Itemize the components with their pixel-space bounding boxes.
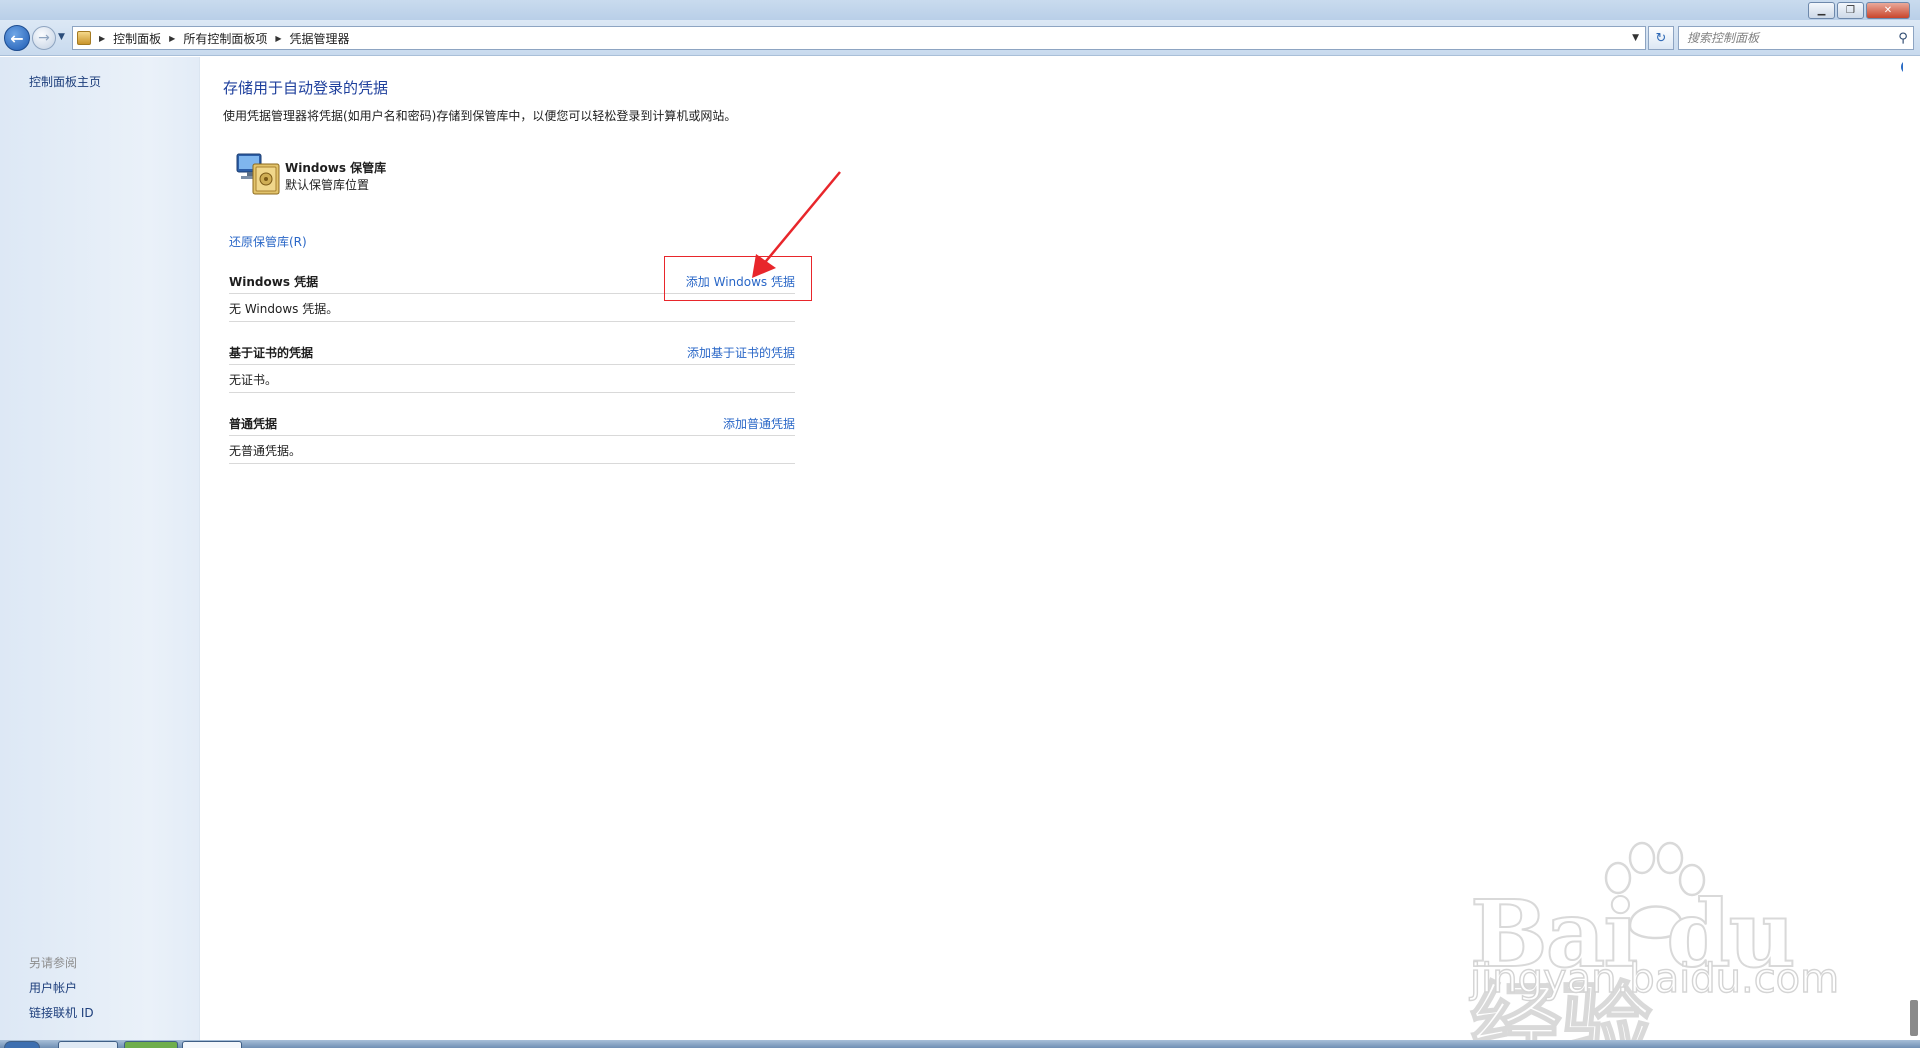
baidu-watermark: Bai du 经验 jingyan.baidu.com [1469,840,1840,1048]
window-controls: ▁ ❐ ✕ [1808,2,1910,19]
empty-message: 无证书。 [229,373,278,387]
close-button[interactable]: ✕ [1866,2,1910,19]
search-box[interactable]: ⚲ [1678,26,1914,50]
control-panel-icon [77,31,91,45]
section-heading: Windows 凭据 [229,275,319,289]
refresh-button[interactable]: ↻ [1648,26,1674,50]
section-header: 基于证书的凭据 添加基于证书的凭据 [229,337,795,365]
scrollbar[interactable] [1903,57,1920,1048]
taskbar-item-browser[interactable] [58,1041,118,1048]
scrollbar-thumb[interactable] [1910,1000,1918,1036]
minimize-icon: ▁ [1817,4,1826,16]
watermark-url-text: jingyan.baidu.com [1469,955,1840,1002]
breadcrumb-credential-manager[interactable]: 凭据管理器 [290,30,350,47]
forward-button[interactable]: → [32,26,56,50]
taskbar-item-app[interactable] [124,1041,178,1048]
empty-message: 无 Windows 凭据。 [229,302,339,316]
vault-icon [236,153,280,195]
restore-vault-link[interactable]: 还原保管库(R) [229,233,307,250]
forward-arrow-icon: → [38,30,50,46]
add-generic-credential-link[interactable]: 添加普通凭据 [723,415,795,432]
start-button[interactable] [4,1041,40,1048]
breadcrumb: ▶ 控制面板 ▶ 所有控制面板项 ▶ 凭据管理器 [91,30,350,47]
history-dropdown-icon[interactable]: ▼ [58,32,65,42]
breadcrumb-separator-icon[interactable]: ▶ [169,34,175,43]
page-description: 使用凭据管理器将凭据(如用户名和密码)存储到保管库中，以便您可以轻松登录到计算机… [223,109,737,123]
breadcrumb-control-panel[interactable]: 控制面板 [113,30,161,47]
back-button[interactable]: ← [4,25,30,51]
address-dropdown-icon[interactable]: ▼ [1632,33,1639,43]
page-title: 存储用于自动登录的凭据 [223,79,389,97]
navigation-bar: ← → ▼ ▶ 控制面板 ▶ 所有控制面板项 ▶ 凭据管理器 ▼ ↻ ⚲ [0,20,1920,56]
vault-subtitle: 默认保管库位置 [285,178,370,192]
window-titlebar: ▁ ❐ ✕ [0,0,1920,20]
section-body: 无证书。 [229,365,795,393]
see-also-heading: 另请参阅 [29,956,78,970]
refresh-icon: ↻ [1655,30,1667,46]
generic-credentials-section: 普通凭据 添加普通凭据 无普通凭据。 [229,408,795,464]
close-icon: ✕ [1883,4,1893,16]
restore-button[interactable]: ❐ [1837,2,1864,19]
section-body: 无普通凭据。 [229,436,795,464]
vault-name[interactable]: Windows 保管库 [285,159,386,176]
breadcrumb-separator-icon[interactable]: ▶ [275,34,281,43]
restore-icon: ❐ [1846,4,1855,16]
add-certificate-credential-link[interactable]: 添加基于证书的凭据 [687,344,795,361]
section-header: 普通凭据 添加普通凭据 [229,408,795,436]
control-panel-home-link[interactable]: 控制面板主页 [29,73,101,90]
back-arrow-icon: ← [10,28,24,48]
section-heading: 普通凭据 [229,417,278,431]
user-accounts-link[interactable]: 用户帐户 [29,979,77,996]
section-heading: 基于证书的凭据 [229,346,314,360]
breadcrumb-separator-icon[interactable]: ▶ [99,34,105,43]
left-task-pane: 控制面板主页 另请参阅 用户帐户 链接联机 ID [0,57,200,1048]
search-icon[interactable]: ⚲ [1893,31,1913,46]
taskbar-item-explorer[interactable] [182,1041,242,1048]
taskbar [0,1040,1920,1048]
breadcrumb-all-items[interactable]: 所有控制面板项 [183,30,267,47]
empty-message: 无普通凭据。 [229,444,302,458]
link-online-id-link[interactable]: 链接联机 ID [29,1004,94,1021]
certificate-credentials-section: 基于证书的凭据 添加基于证书的凭据 无证书。 [229,337,795,393]
annotation-arrow-icon [752,171,841,278]
address-bar[interactable]: ▶ 控制面板 ▶ 所有控制面板项 ▶ 凭据管理器 ▼ [72,26,1646,50]
minimize-button[interactable]: ▁ [1808,2,1835,19]
search-input[interactable] [1679,31,1893,45]
